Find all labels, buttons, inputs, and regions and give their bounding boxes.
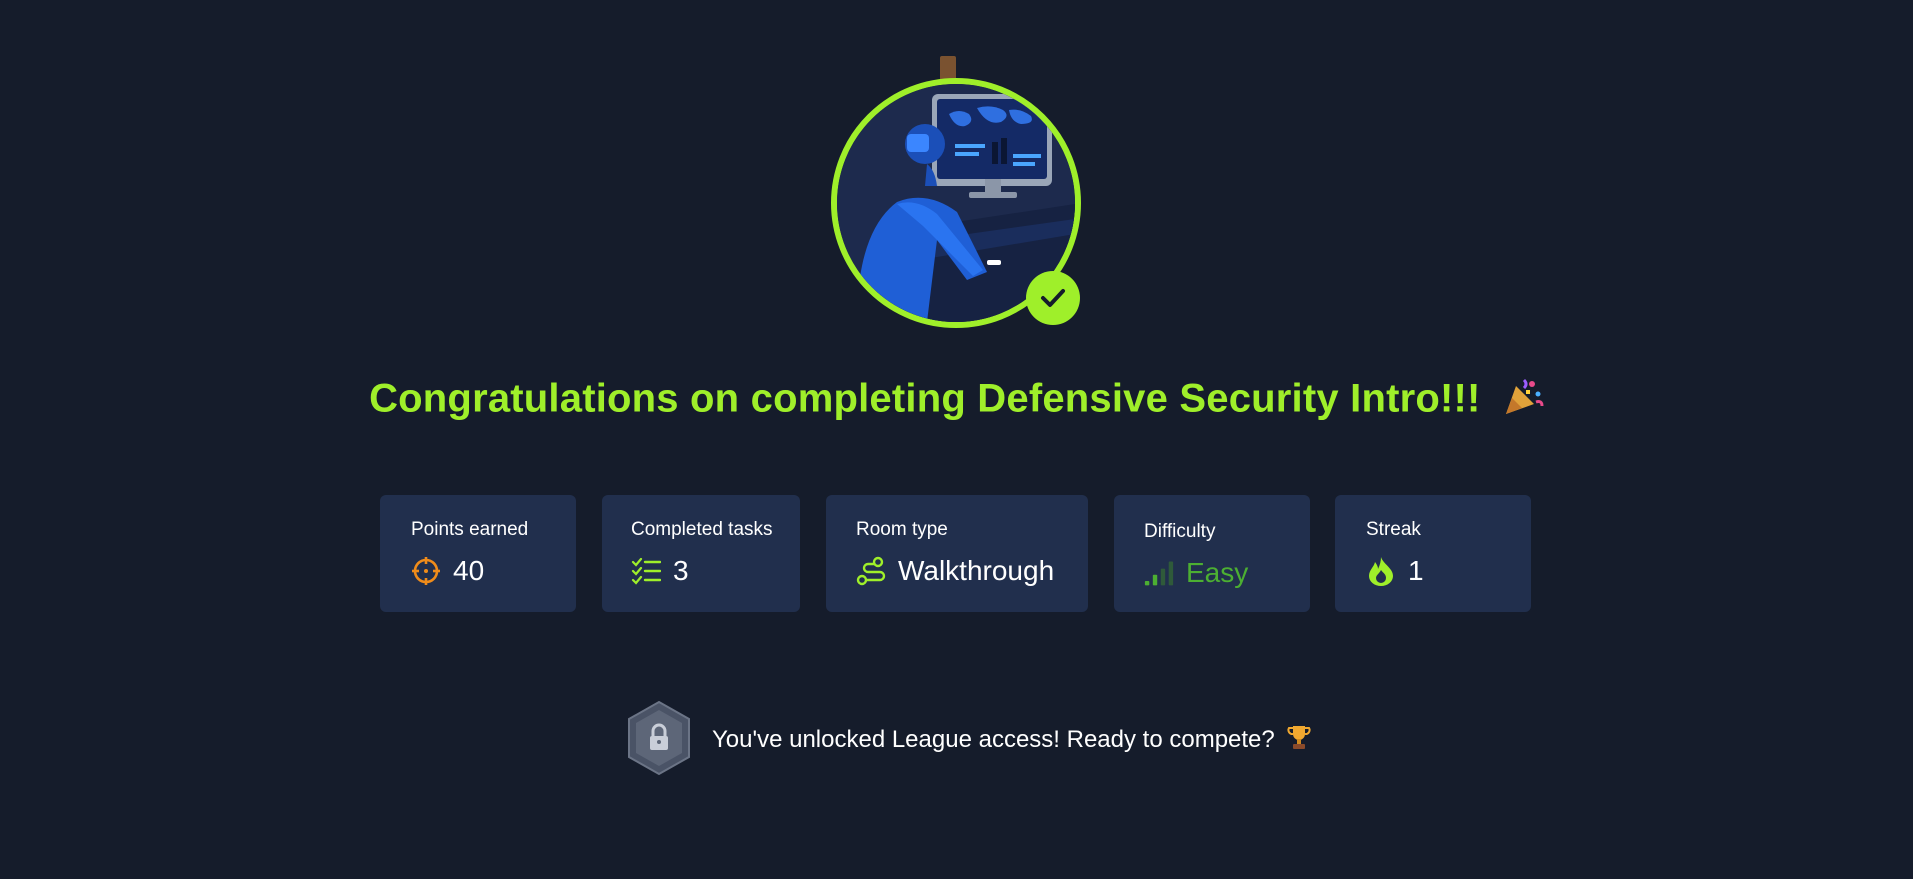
checklist-icon	[631, 556, 661, 586]
stat-label: Points earned	[411, 519, 529, 540]
stat-card-room-type: Room type Walkthrough	[826, 495, 1088, 612]
stat-value: 1	[1408, 555, 1424, 586]
room-illustration	[828, 54, 1084, 334]
league-unlock-text: You've unlocked League access! Ready to …	[712, 725, 1275, 753]
stat-value: 3	[673, 555, 689, 586]
route-icon	[856, 556, 886, 586]
stat-label: Difficulty	[1144, 521, 1216, 542]
stat-value: Easy	[1186, 557, 1249, 588]
league-unlock-banner: You've unlocked League access! Ready to …	[626, 700, 1311, 781]
signal-bars-icon	[1144, 558, 1174, 588]
room-complete-page: Congratulations on completing Defensive …	[0, 0, 1913, 879]
party-popper-icon	[1502, 376, 1544, 426]
stat-card-streak: Streak 1	[1335, 495, 1531, 612]
stat-label: Completed tasks	[631, 519, 773, 540]
completion-title-text: Congratulations on completing Defensive …	[369, 376, 1481, 421]
stat-label: Streak	[1366, 519, 1421, 540]
target-icon	[411, 556, 441, 586]
stat-card-difficulty: Difficulty Easy	[1114, 495, 1310, 612]
check-icon	[1041, 289, 1065, 307]
stat-card-tasks: Completed tasks 3	[602, 495, 800, 612]
stat-label: Room type	[856, 519, 948, 540]
flame-icon	[1366, 556, 1396, 586]
locked-hexagon-badge-icon	[626, 700, 692, 781]
stat-card-points: Points earned 40	[380, 495, 576, 612]
trophy-icon	[1287, 724, 1311, 757]
stat-value: 40	[453, 555, 485, 586]
stat-value: Walkthrough	[898, 555, 1055, 586]
completion-title: Congratulations on completing Defensive …	[0, 376, 1913, 426]
completed-check-badge	[1026, 271, 1080, 325]
